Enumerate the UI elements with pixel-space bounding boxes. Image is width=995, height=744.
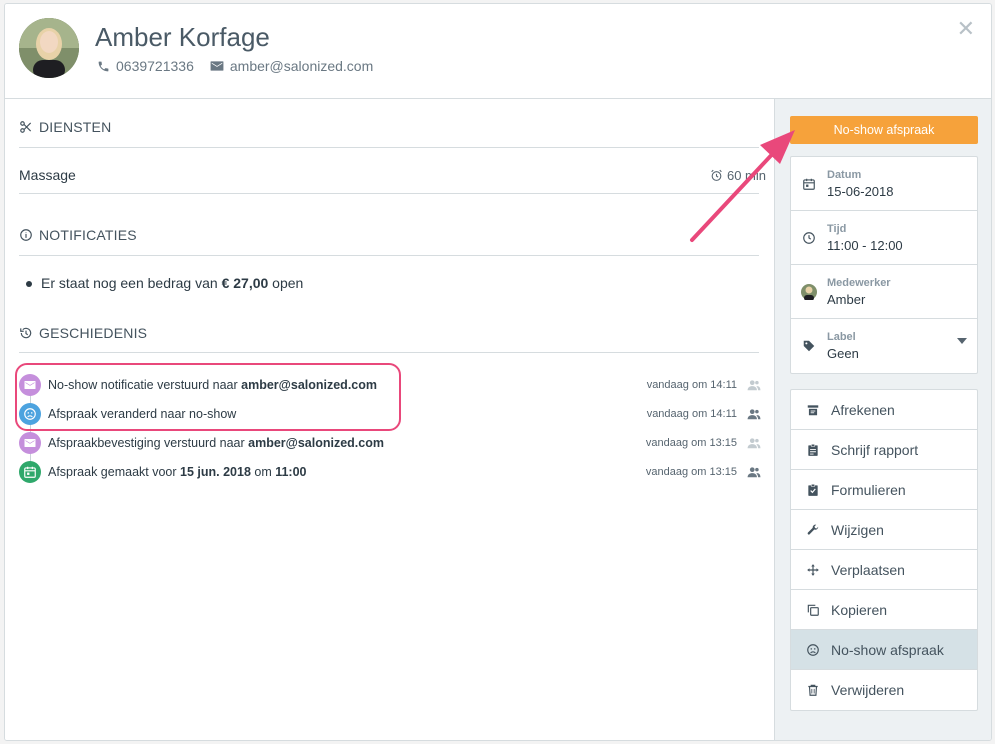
action-label: Kopieren <box>831 601 888 618</box>
history-row: Afspraakbevestiging verstuurd naar amber… <box>19 431 761 455</box>
phone-icon <box>97 60 110 73</box>
info-label[interactable]: Label Geen <box>791 319 977 373</box>
info-icon <box>19 228 33 242</box>
client-contact: 0639721336 amber@salonized.com <box>97 58 383 74</box>
info-value: 11:00 - 12:00 <box>827 238 903 253</box>
users-icon[interactable] <box>747 465 761 479</box>
action-label: Wijzigen <box>831 521 884 538</box>
trash-icon <box>805 682 821 698</box>
service-duration: 60 min <box>710 168 766 183</box>
info-label: Tijd <box>827 223 847 235</box>
info-datum: Datum 15-06-2018 <box>791 157 977 211</box>
history-text: Afspraak gemaakt voor 15 jun. 2018 om 11… <box>48 465 307 479</box>
wrench-icon <box>805 522 821 538</box>
action-kopieren[interactable]: Kopieren <box>791 590 977 630</box>
avatar-icon <box>801 284 817 300</box>
move-icon <box>805 562 821 578</box>
info-medewerker: Medewerker Amber <box>791 265 977 319</box>
action-verplaatsen[interactable]: Verplaatsen <box>791 550 977 590</box>
main-panel: DIENSTEN Massage 60 min NOTIFICATIES Er … <box>5 99 774 740</box>
action-label: Formulieren <box>831 481 906 498</box>
info-label: Medewerker <box>827 277 891 289</box>
action-afrekenen[interactable]: Afrekenen <box>791 390 977 430</box>
clipboard-icon <box>805 442 821 458</box>
alarm-clock-icon <box>710 169 723 182</box>
sidebar: No-show afspraak Datum 15-06-2018 Tijd 11:0… <box>774 99 991 740</box>
calendar-icon <box>801 176 817 192</box>
history-text: Afspraakbevestiging verstuurd naar amber… <box>48 436 384 450</box>
mail-icon <box>210 60 224 72</box>
noshow-button[interactable]: No-show afspraak <box>790 116 978 144</box>
action-label: Verwijderen <box>831 682 905 698</box>
action-label: Schrijf rapport <box>831 441 919 458</box>
mail-icon <box>19 432 41 454</box>
phone-number: 0639721336 <box>116 58 194 74</box>
history-icon <box>19 326 33 340</box>
sad-face-icon <box>805 642 821 658</box>
history-text: Afspraak veranderd naar no-show <box>48 407 237 421</box>
history-row: Afspraak gemaakt voor 15 jun. 2018 om 11… <box>19 460 761 484</box>
action-label: Verplaatsen <box>831 561 905 578</box>
notification-item: Er staat nog een bedrag van € 27,00 open <box>25 275 304 291</box>
info-label: Datum <box>827 169 862 181</box>
sad-face-icon <box>19 403 41 425</box>
email-item[interactable]: amber@salonized.com <box>210 58 373 74</box>
users-icon[interactable] <box>747 378 761 392</box>
appointment-info: Datum 15-06-2018 Tijd 11:00 - 12:00 Medewerk… <box>790 156 978 374</box>
history-section-title: GESCHIEDENIS <box>19 325 147 341</box>
client-avatar <box>19 18 79 78</box>
divider <box>19 352 759 353</box>
history-row: No-show notificatie verstuurd naar amber… <box>19 373 761 397</box>
users-icon[interactable] <box>747 407 761 421</box>
phone-item[interactable]: 0639721336 <box>97 58 194 74</box>
history-time: vandaag om 14:11 <box>646 379 737 391</box>
info-tijd: Tijd 11:00 - 12:00 <box>791 211 977 265</box>
clock-icon <box>801 230 817 246</box>
action-label: No-show afspraak <box>831 641 944 658</box>
action-list: Afrekenen Schrijf rapport Formulieren Wijzi… <box>790 389 978 711</box>
form-check-icon <box>805 482 821 498</box>
history-row: Afspraak veranderd naar no-show vandaag o… <box>19 402 761 426</box>
info-value: 15-06-2018 <box>827 184 894 199</box>
history-time: vandaag om 14:11 <box>646 408 737 420</box>
action-schrijf-rapport[interactable]: Schrijf rapport <box>791 430 977 470</box>
service-name: Massage <box>19 167 76 183</box>
calendar-icon <box>19 461 41 483</box>
scissors-icon <box>19 120 33 134</box>
divider <box>19 147 759 148</box>
action-verwijderen[interactable]: Verwijderen <box>791 670 977 710</box>
tag-icon <box>801 338 817 354</box>
chevron-down-icon[interactable] <box>957 338 967 344</box>
email-address: amber@salonized.com <box>229 58 374 74</box>
client-header: Amber Korfage 0639721336 amber@salonized… <box>5 4 991 99</box>
copy-icon <box>805 602 821 618</box>
close-icon[interactable]: ✕ <box>957 18 975 40</box>
notifications-section-title: NOTIFICATIES <box>19 227 137 243</box>
services-section-title: DIENSTEN <box>19 119 111 135</box>
history-time: vandaag om 13:15 <box>645 466 737 478</box>
divider <box>19 193 759 194</box>
info-label: Label <box>827 331 856 343</box>
users-icon[interactable] <box>747 436 761 450</box>
receipt-icon <box>805 402 821 418</box>
history-text: No-show notificatie verstuurd naar amber… <box>48 378 377 392</box>
action-label: Afrekenen <box>831 401 895 418</box>
action-wijzigen[interactable]: Wijzigen <box>791 510 977 550</box>
action-formulieren[interactable]: Formulieren <box>791 470 977 510</box>
mail-icon <box>19 374 41 396</box>
appointment-modal: Amber Korfage 0639721336 amber@salonized… <box>4 3 992 741</box>
info-value: Amber <box>827 292 866 307</box>
client-name: Amber Korfage <box>95 22 270 52</box>
action-no-show-afspraak[interactable]: No-show afspraak <box>791 630 977 670</box>
info-value: Geen <box>827 346 859 361</box>
history-time: vandaag om 13:15 <box>645 437 737 449</box>
divider <box>19 255 759 256</box>
